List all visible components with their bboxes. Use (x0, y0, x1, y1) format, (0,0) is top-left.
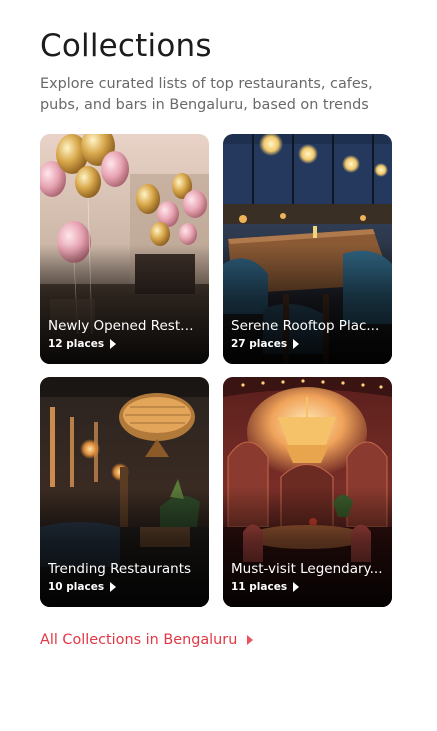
places-count: 27 places (231, 338, 288, 350)
section-subtitle: Explore curated lists of top restaurants… (40, 76, 373, 113)
collection-places: 27 places (231, 338, 300, 350)
play-triangle-icon (293, 582, 300, 592)
collection-card-newly-opened[interactable]: Newly Opened Resta... 12 places (40, 134, 209, 364)
collection-places: 10 places (48, 581, 117, 593)
play-triangle-icon (110, 339, 117, 349)
collection-places: 11 places (231, 581, 300, 593)
play-triangle-icon (110, 582, 117, 592)
caret-right-icon (247, 635, 254, 645)
section-title: Collections (40, 28, 212, 64)
places-count: 11 places (231, 581, 288, 593)
collection-card-serene-rooftop[interactable]: Serene Rooftop Plac... 27 places (223, 134, 392, 364)
collection-title: Serene Rooftop Plac... (231, 318, 380, 334)
places-count: 12 places (48, 338, 105, 350)
collection-title: Must-visit Legendary... (231, 561, 383, 577)
collection-places: 12 places (48, 338, 117, 350)
collection-title: Newly Opened Resta... (48, 318, 201, 334)
all-collections-link[interactable]: All Collections in Bengaluru (40, 632, 254, 648)
collection-card-legendary[interactable]: Must-visit Legendary... 11 places (223, 377, 392, 607)
collection-card-trending[interactable]: Trending Restaurants 10 places (40, 377, 209, 607)
all-collections-label: All Collections in Bengaluru (40, 632, 238, 648)
play-triangle-icon (293, 339, 300, 349)
places-count: 10 places (48, 581, 105, 593)
collections-section: Collections Explore curated lists of top… (0, 0, 437, 731)
collection-title: Trending Restaurants (48, 561, 192, 577)
